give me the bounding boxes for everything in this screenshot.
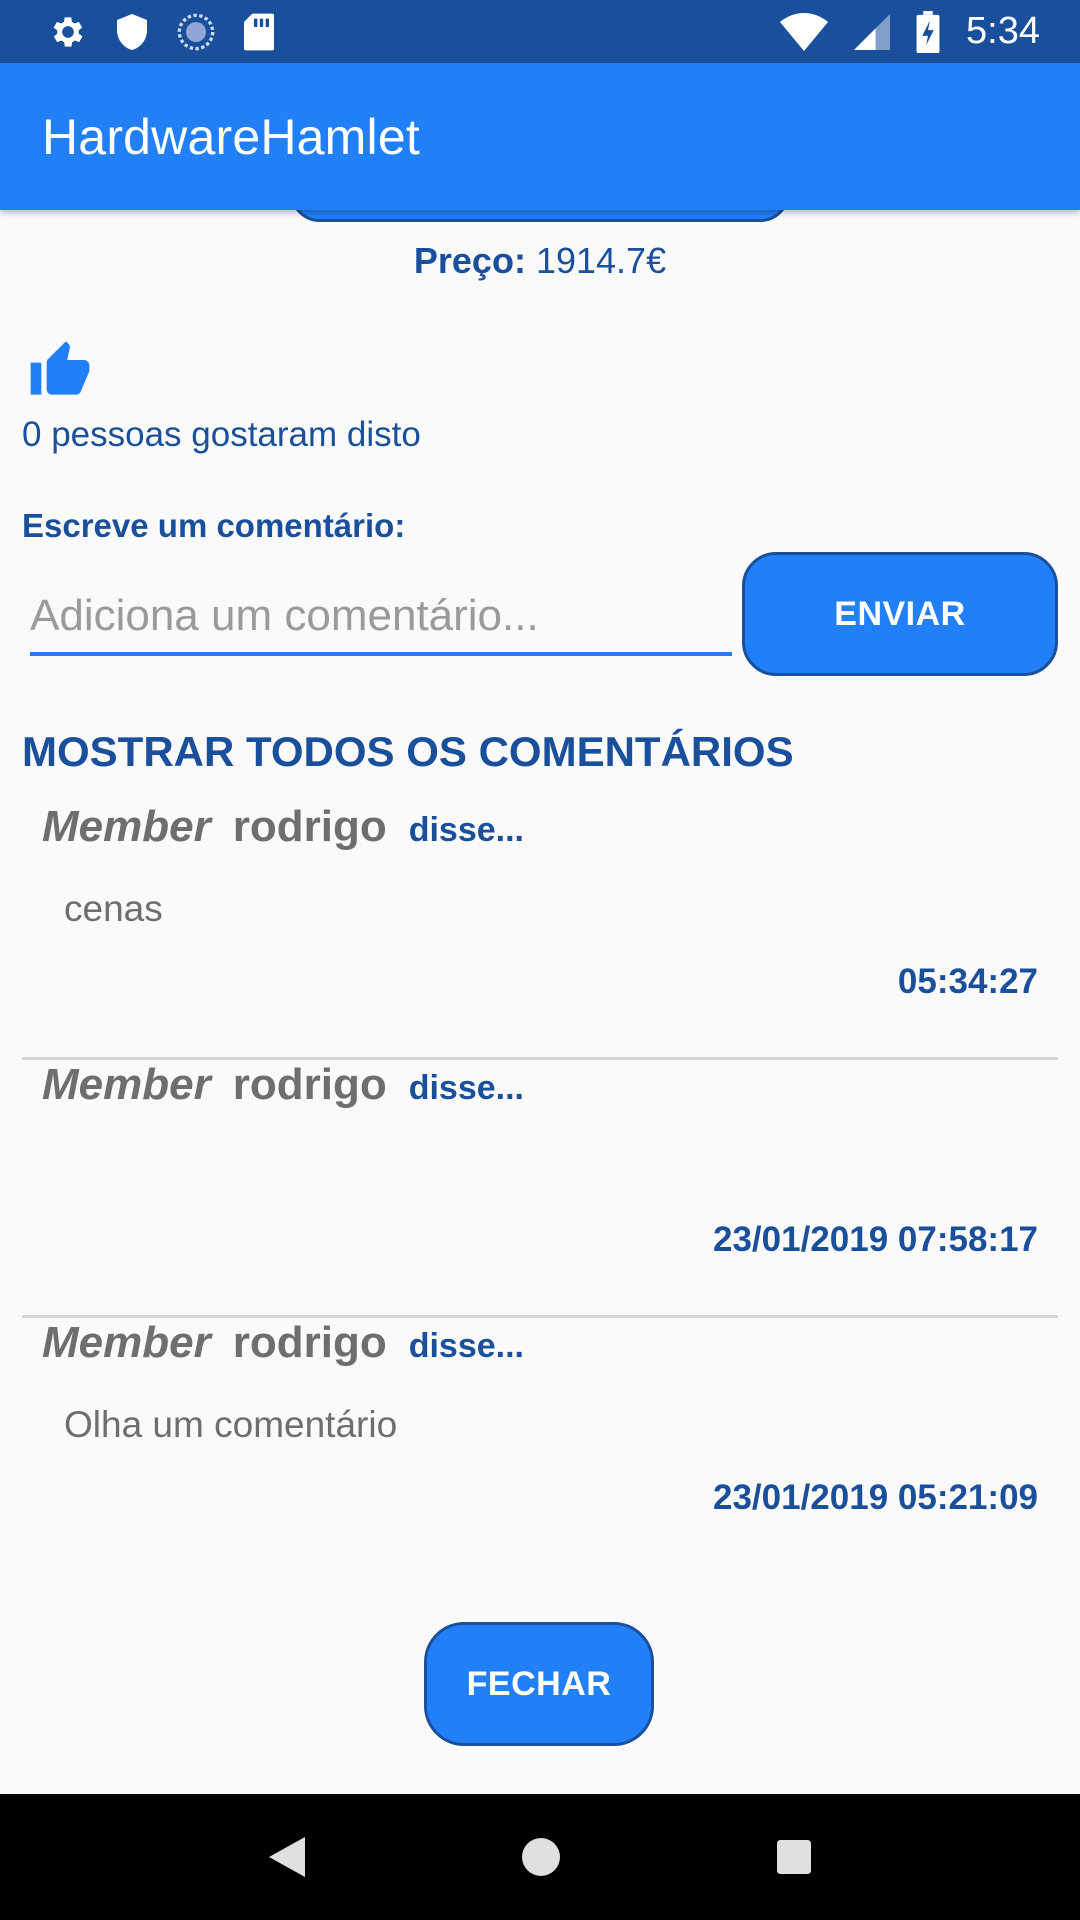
comment-role: Member	[42, 1318, 211, 1367]
comment-form-label: Escreve um comentário:	[22, 507, 406, 544]
price-label: Preço:	[413, 240, 526, 281]
status-bar: 5:34	[0, 0, 1080, 63]
close-button[interactable]: FECHAR	[424, 1622, 654, 1746]
comment-role: Member	[42, 802, 211, 851]
price-value: 1914.7€	[535, 240, 667, 281]
comment-header: Member rodrigo disse...	[42, 1060, 524, 1110]
navigation-bar	[0, 1794, 1080, 1920]
likes-count-text: 0 pessoas gostaram disto	[22, 415, 421, 454]
comment-role: Member	[42, 1060, 211, 1109]
comment-user: rodrigo	[232, 1060, 387, 1109]
comment-item: Member rodrigo disse... Olha um comentár…	[22, 1318, 1058, 1576]
comment-said: disse...	[408, 1069, 524, 1107]
status-time: 5:34	[966, 10, 1040, 52]
comment-timestamp: 23/01/2019 07:58:17	[713, 1220, 1038, 1259]
price-row: Preço: 1914.7€	[0, 240, 1080, 282]
comment-input[interactable]	[30, 580, 732, 656]
battery-charging-icon	[916, 10, 940, 53]
back-icon[interactable]	[268, 1837, 305, 1877]
comment-item: Member rodrigo disse... 23/01/2019 07:58…	[22, 1060, 1058, 1318]
comment-header: Member rodrigo disse...	[42, 1318, 524, 1368]
shield-icon	[114, 12, 150, 52]
comment-header: Member rodrigo disse...	[42, 802, 524, 852]
comment-body: Olha um comentário	[64, 1404, 398, 1445]
sd-card-icon	[242, 12, 276, 52]
comment-said: disse...	[408, 1327, 524, 1365]
comment-body: cenas	[64, 888, 163, 929]
app-title: HardwareHamlet	[42, 108, 420, 165]
settings-icon	[48, 12, 88, 52]
home-icon[interactable]	[521, 1838, 560, 1876]
status-right-icons: 5:34	[780, 10, 1040, 53]
comment-timestamp: 23/01/2019 05:21:09	[713, 1478, 1038, 1517]
comment-user: rodrigo	[232, 802, 387, 851]
comment-user: rodrigo	[232, 1318, 387, 1367]
product-detail-content[interactable]: Preço: 1914.7€ 0 pessoas gostaram disto …	[0, 210, 1080, 1794]
recents-icon[interactable]	[777, 1840, 812, 1874]
wifi-icon	[780, 12, 829, 51]
signal-icon	[854, 13, 891, 51]
status-left-icons	[48, 12, 276, 52]
thumbs-up-icon[interactable]	[28, 338, 92, 398]
comment-timestamp: 05:34:27	[897, 962, 1038, 1001]
partially-hidden-button[interactable]	[290, 210, 790, 222]
send-button[interactable]: ENVIAR	[742, 552, 1058, 676]
sync-icon	[176, 12, 216, 52]
show-all-comments-link[interactable]: MOSTRAR TODOS OS COMENTÁRIOS	[22, 728, 794, 776]
comment-said: disse...	[408, 811, 524, 849]
app-bar: HardwareHamlet	[0, 63, 1080, 210]
comment-item: Member rodrigo disse... cenas 05:34:27	[22, 802, 1058, 1060]
